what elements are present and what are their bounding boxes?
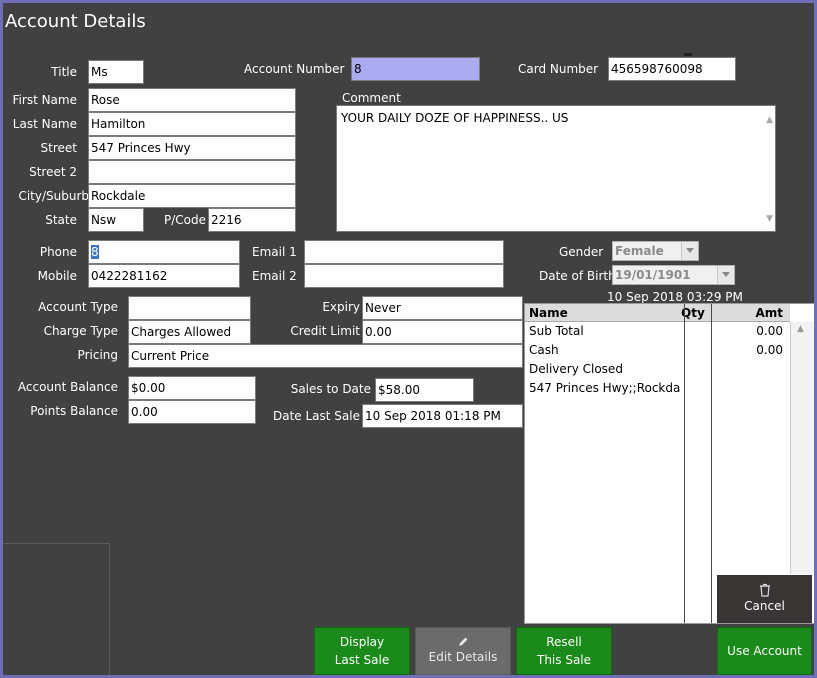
pricing-field[interactable]: Current Price (128, 344, 523, 368)
email2-field[interactable] (304, 264, 504, 288)
credit-limit-field[interactable]: 0.00 (362, 320, 523, 344)
dob-label: Date of Birth (539, 269, 616, 283)
sales-to-date-label: Sales to Date (290, 382, 371, 396)
chevron-down-icon[interactable] (717, 266, 734, 284)
cancel-button[interactable]: Cancel (717, 575, 812, 623)
last-name-field[interactable]: Hamilton (88, 112, 296, 136)
date-last-sale-label: Date Last Sale (273, 409, 360, 423)
display-last-sale-label: Display Last Sale (334, 635, 390, 667)
cancel-label: Cancel (744, 599, 785, 613)
trash-icon (759, 583, 770, 597)
sale-column-divider (711, 304, 712, 623)
account-balance-label: Account Balance (17, 380, 118, 394)
pcode-field[interactable]: 2216 (208, 208, 296, 232)
sale-column-divider (684, 304, 685, 623)
phone-selected-text: 8 (91, 245, 99, 259)
points-balance-label: Points Balance (30, 404, 118, 418)
account-type-label: Account Type (38, 300, 118, 314)
pricing-label: Pricing (77, 348, 118, 362)
card-number-field[interactable]: 456598760098 (608, 57, 736, 81)
last-name-label: Last Name (12, 117, 77, 131)
edit-details-label: Edit Details (428, 650, 498, 664)
gender-value: Female (615, 244, 664, 258)
title-field[interactable]: Ms (88, 60, 144, 84)
account-details-window: Account Details Title Ms First Name Rose… (0, 0, 817, 678)
street-field[interactable]: 547 Princes Hwy (88, 136, 296, 160)
empty-panel (3, 543, 110, 675)
city-label: City/Suburb (18, 189, 89, 203)
comment-field[interactable]: YOUR DAILY DOZE OF HAPPINESS.. US ▲ ▼ (336, 105, 776, 232)
scroll-down-icon[interactable]: ▼ (766, 209, 773, 229)
gender-label: Gender (559, 245, 604, 259)
use-account-button[interactable]: Use Account (717, 627, 812, 675)
gender-select[interactable]: Female (612, 241, 699, 261)
comment-label: Comment (342, 91, 401, 105)
scroll-up-icon[interactable]: ▲ (797, 324, 804, 334)
account-number-label: Account Number (244, 62, 345, 76)
street2-field[interactable] (88, 160, 296, 184)
points-balance-field[interactable]: 0.00 (128, 400, 256, 424)
card-marker (684, 53, 692, 56)
first-name-label: First Name (12, 93, 77, 107)
account-number-field[interactable]: 8 (351, 57, 480, 81)
first-name-field[interactable]: Rose (88, 88, 296, 112)
account-type-field[interactable] (128, 296, 251, 320)
expiry-field[interactable]: Never (362, 296, 523, 320)
date-last-sale-field[interactable]: 10 Sep 2018 01:18 PM (362, 404, 523, 428)
sale-row-name: Delivery Closed (529, 362, 623, 376)
display-last-sale-button[interactable]: Display Last Sale (314, 627, 410, 675)
dob-select[interactable]: 19/01/1901 (612, 265, 735, 285)
sale-row-amt: 0.00 (756, 324, 783, 338)
mobile-field[interactable]: 0422281162 (88, 264, 240, 288)
chevron-down-icon[interactable] (681, 242, 698, 260)
state-label: State (45, 213, 77, 227)
email1-field[interactable] (304, 240, 504, 264)
pcode-label: P/Code (164, 213, 206, 227)
sale-row-name: 547 Princes Hwy;;Rockda (529, 381, 681, 395)
mobile-label: Mobile (37, 269, 77, 283)
comment-text: YOUR DAILY DOZE OF HAPPINESS.. US (341, 111, 569, 125)
email2-label: Email 2 (252, 269, 297, 283)
city-field[interactable]: Rockdale (88, 184, 296, 208)
charge-type-label: Charge Type (43, 324, 118, 338)
pencil-icon (459, 637, 468, 646)
sales-to-date-field[interactable]: $58.00 (375, 378, 474, 402)
state-field[interactable]: Nsw (88, 208, 144, 232)
scroll-up-icon[interactable]: ▲ (766, 110, 773, 130)
window-title: Account Details (5, 11, 146, 32)
title-label: Title (51, 65, 77, 79)
sale-header-amt: Amt (755, 306, 783, 320)
card-number-label: Card Number (518, 62, 599, 76)
resell-this-sale-button[interactable]: Resell This Sale (516, 627, 612, 675)
sale-row-name: Cash (529, 343, 559, 357)
sale-row-amt: 0.00 (756, 343, 783, 357)
account-balance-field[interactable]: $0.00 (128, 376, 256, 400)
sale-header-name: Name (529, 306, 568, 320)
email1-label: Email 1 (252, 245, 297, 259)
credit-limit-label: Credit Limit (290, 324, 360, 338)
resell-this-sale-label: Resell This Sale (536, 635, 592, 667)
street2-label: Street 2 (29, 165, 77, 179)
dob-value: 19/01/1901 (615, 268, 691, 282)
phone-label: Phone (39, 245, 77, 259)
expiry-label: Expiry (322, 300, 360, 314)
edit-details-button[interactable]: Edit Details (415, 627, 511, 675)
use-account-label: Use Account (727, 644, 802, 658)
street-label: Street (40, 141, 77, 155)
phone-field[interactable]: 8 (88, 240, 240, 264)
charge-type-field[interactable]: Charges Allowed (128, 320, 251, 344)
sale-row-name: Sub Total (529, 324, 584, 338)
sale-scrollbar[interactable]: ▲ (790, 322, 814, 574)
